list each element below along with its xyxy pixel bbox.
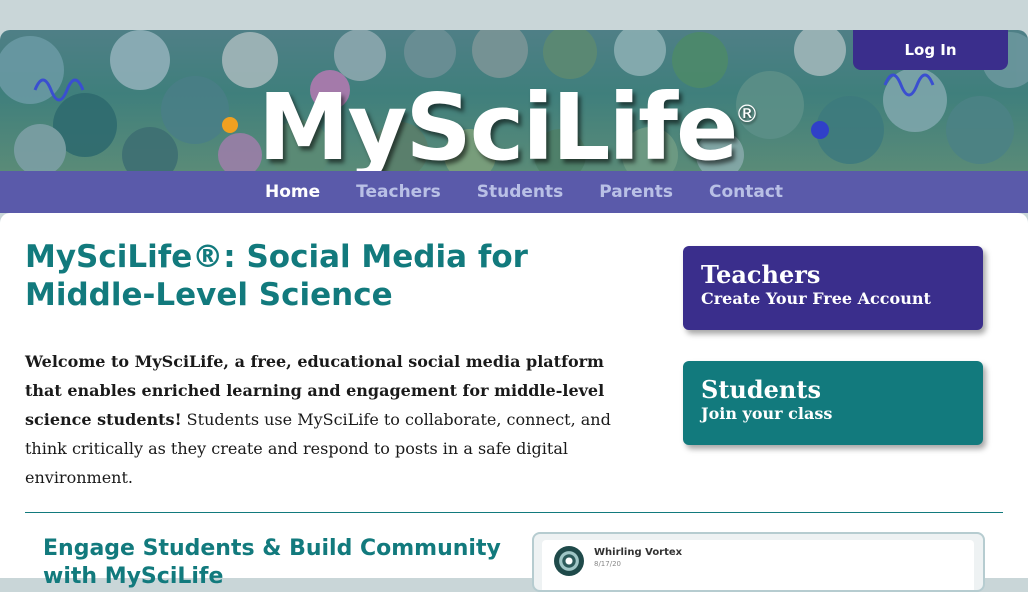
main-nav: Home Teachers Students Parents Contact xyxy=(0,171,1028,213)
intro-paragraph: Welcome to MySciLife, a free, educationa… xyxy=(25,347,640,492)
login-button[interactable]: Log In xyxy=(853,30,1008,70)
registered-mark: ® xyxy=(735,100,759,128)
section-heading: Engage Students & Build Community with M… xyxy=(43,536,501,589)
post-date: 8/17/20 xyxy=(594,560,621,568)
teachers-cta-subtitle: Create Your Free Account xyxy=(701,289,931,308)
page-title: MySciLife®: Social Media for Middle-Leve… xyxy=(25,239,528,313)
nav-contact[interactable]: Contact xyxy=(709,182,783,202)
nav-home[interactable]: Home xyxy=(265,182,320,202)
teachers-signup-button[interactable]: Teachers Create Your Free Account xyxy=(683,246,983,330)
nav-students[interactable]: Students xyxy=(477,182,564,202)
top-strip xyxy=(0,0,1028,30)
nav-teachers[interactable]: Teachers xyxy=(356,182,441,202)
app-preview-image: Whirling Vortex 8/17/20 xyxy=(532,532,985,592)
students-join-button[interactable]: Students Join your class xyxy=(683,361,983,445)
post-card: Whirling Vortex 8/17/20 xyxy=(542,540,974,590)
post-author-name: Whirling Vortex xyxy=(594,547,683,558)
section-divider xyxy=(25,512,1003,513)
nav-parents[interactable]: Parents xyxy=(599,182,673,202)
site-logo[interactable]: MySciLife xyxy=(258,68,738,171)
students-cta-subtitle: Join your class xyxy=(701,404,833,423)
avatar xyxy=(554,546,584,576)
teachers-cta-title: Teachers xyxy=(701,260,821,289)
students-cta-title: Students xyxy=(701,375,821,404)
main-content: MySciLife®: Social Media for Middle-Leve… xyxy=(0,213,1028,592)
